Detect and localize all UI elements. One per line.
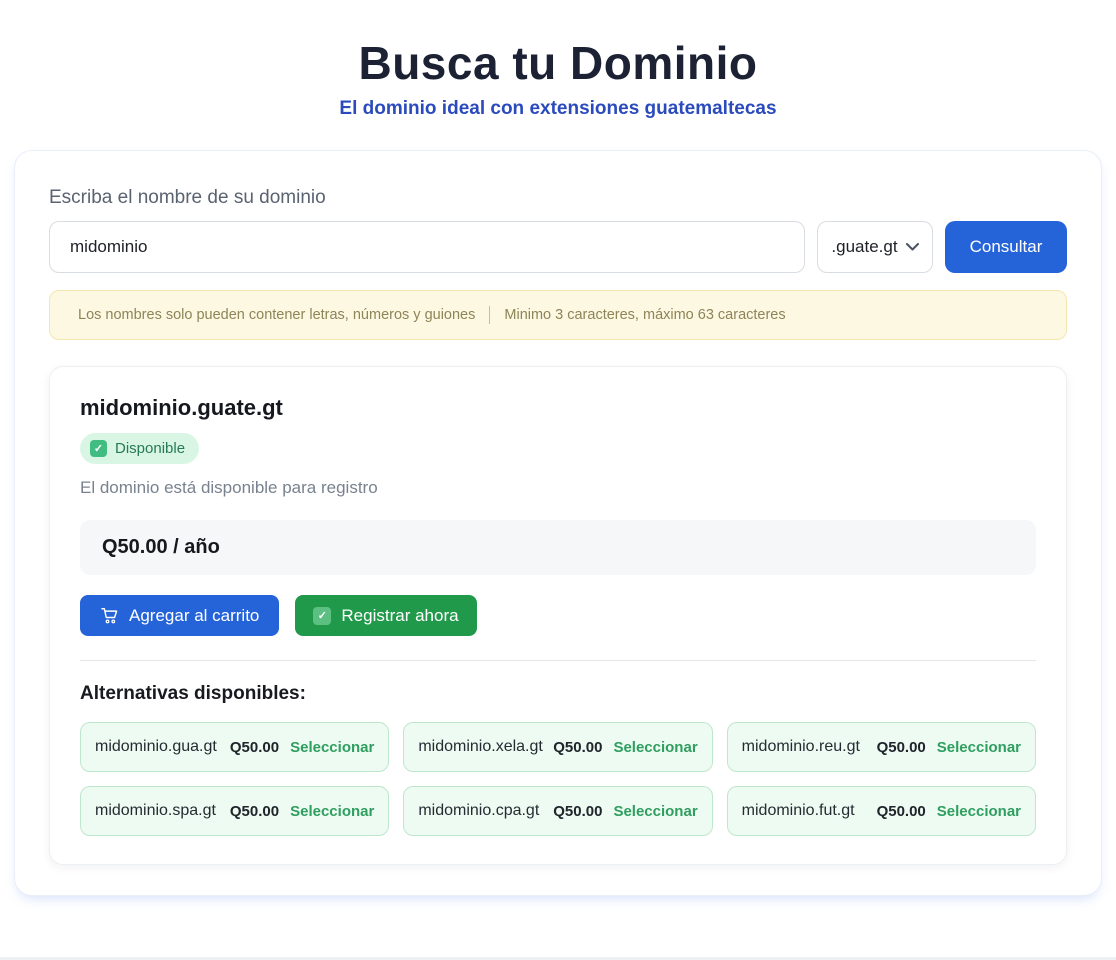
add-to-cart-label: Agregar al carrito	[129, 606, 259, 626]
price-value: Q50.00 / año	[102, 536, 220, 558]
search-label: Escriba el nombre de su dominio	[49, 187, 1067, 209]
alternative-card: midominio.fut.gt Q50.00 Seleccionar	[727, 786, 1036, 836]
result-actions: Agregar al carrito ✓ Registrar ahora	[80, 595, 1036, 636]
alternative-domain: midominio.spa.gt	[95, 802, 216, 820]
alternatives-title: Alternativas disponibles:	[80, 683, 1036, 705]
alternative-domain: midominio.reu.gt	[742, 738, 860, 756]
register-now-label: Registrar ahora	[341, 606, 458, 626]
rules-divider	[489, 306, 490, 324]
select-link[interactable]: Seleccionar	[290, 739, 374, 756]
status-badge: ✓ Disponible	[80, 433, 199, 464]
result-card: midominio.guate.gt ✓ Disponible El domin…	[49, 366, 1067, 865]
alternative-price: Q50.00	[230, 803, 279, 820]
check-icon: ✓	[313, 607, 331, 625]
result-description: El dominio está disponible para registro	[80, 478, 1036, 498]
page-title: Busca tu Dominio	[0, 36, 1116, 90]
alternative-domain: midominio.gua.gt	[95, 738, 217, 756]
chevron-down-icon	[906, 243, 919, 251]
alternative-card: midominio.cpa.gt Q50.00 Seleccionar	[403, 786, 712, 836]
alternative-price: Q50.00	[553, 739, 602, 756]
domain-search-page: Busca tu Dominio El dominio ideal con ex…	[0, 0, 1116, 960]
alternative-price: Q50.00	[877, 803, 926, 820]
alternative-card: midominio.spa.gt Q50.00 Seleccionar	[80, 786, 389, 836]
alternative-card: midominio.reu.gt Q50.00 Seleccionar	[727, 722, 1036, 772]
register-now-button[interactable]: ✓ Registrar ahora	[295, 595, 476, 636]
alternative-price: Q50.00	[553, 803, 602, 820]
alternative-domain: midominio.cpa.gt	[418, 802, 539, 820]
status-badge-label: Disponible	[115, 440, 185, 457]
select-link[interactable]: Seleccionar	[613, 739, 697, 756]
rule-characters: Los nombres solo pueden contener letras,…	[78, 307, 475, 323]
alternative-price: Q50.00	[230, 739, 279, 756]
consult-button[interactable]: Consultar	[945, 221, 1067, 273]
alternatives-grid: midominio.gua.gt Q50.00 Seleccionar mido…	[80, 722, 1036, 836]
section-divider	[80, 660, 1036, 661]
select-link[interactable]: Seleccionar	[613, 803, 697, 820]
rules-notice: Los nombres solo pueden contener letras,…	[49, 290, 1067, 340]
domain-input[interactable]	[49, 221, 805, 273]
alternative-price: Q50.00	[877, 739, 926, 756]
extension-select[interactable]: .guate.gt	[817, 221, 933, 273]
search-row: .guate.gt Consultar	[49, 221, 1067, 273]
page-subtitle: El dominio ideal con extensiones guatema…	[0, 98, 1116, 120]
alternative-domain: midominio.xela.gt	[418, 738, 543, 756]
add-to-cart-button[interactable]: Agregar al carrito	[80, 595, 279, 636]
price-box: Q50.00 / año	[80, 520, 1036, 575]
alternative-card: midominio.xela.gt Q50.00 Seleccionar	[403, 722, 712, 772]
select-link[interactable]: Seleccionar	[937, 739, 1021, 756]
check-icon: ✓	[90, 440, 107, 457]
extension-selected-value: .guate.gt	[831, 237, 897, 257]
shopping-cart-icon	[100, 606, 119, 625]
select-link[interactable]: Seleccionar	[290, 803, 374, 820]
alternative-domain: midominio.fut.gt	[742, 802, 855, 820]
select-link[interactable]: Seleccionar	[937, 803, 1021, 820]
search-panel: Escriba el nombre de su dominio .guate.g…	[14, 150, 1102, 896]
result-domain-name: midominio.guate.gt	[80, 395, 1036, 421]
rule-length: Minimo 3 caracteres, máximo 63 caractere…	[504, 307, 785, 323]
alternative-card: midominio.gua.gt Q50.00 Seleccionar	[80, 722, 389, 772]
page-header: Busca tu Dominio El dominio ideal con ex…	[0, 0, 1116, 120]
